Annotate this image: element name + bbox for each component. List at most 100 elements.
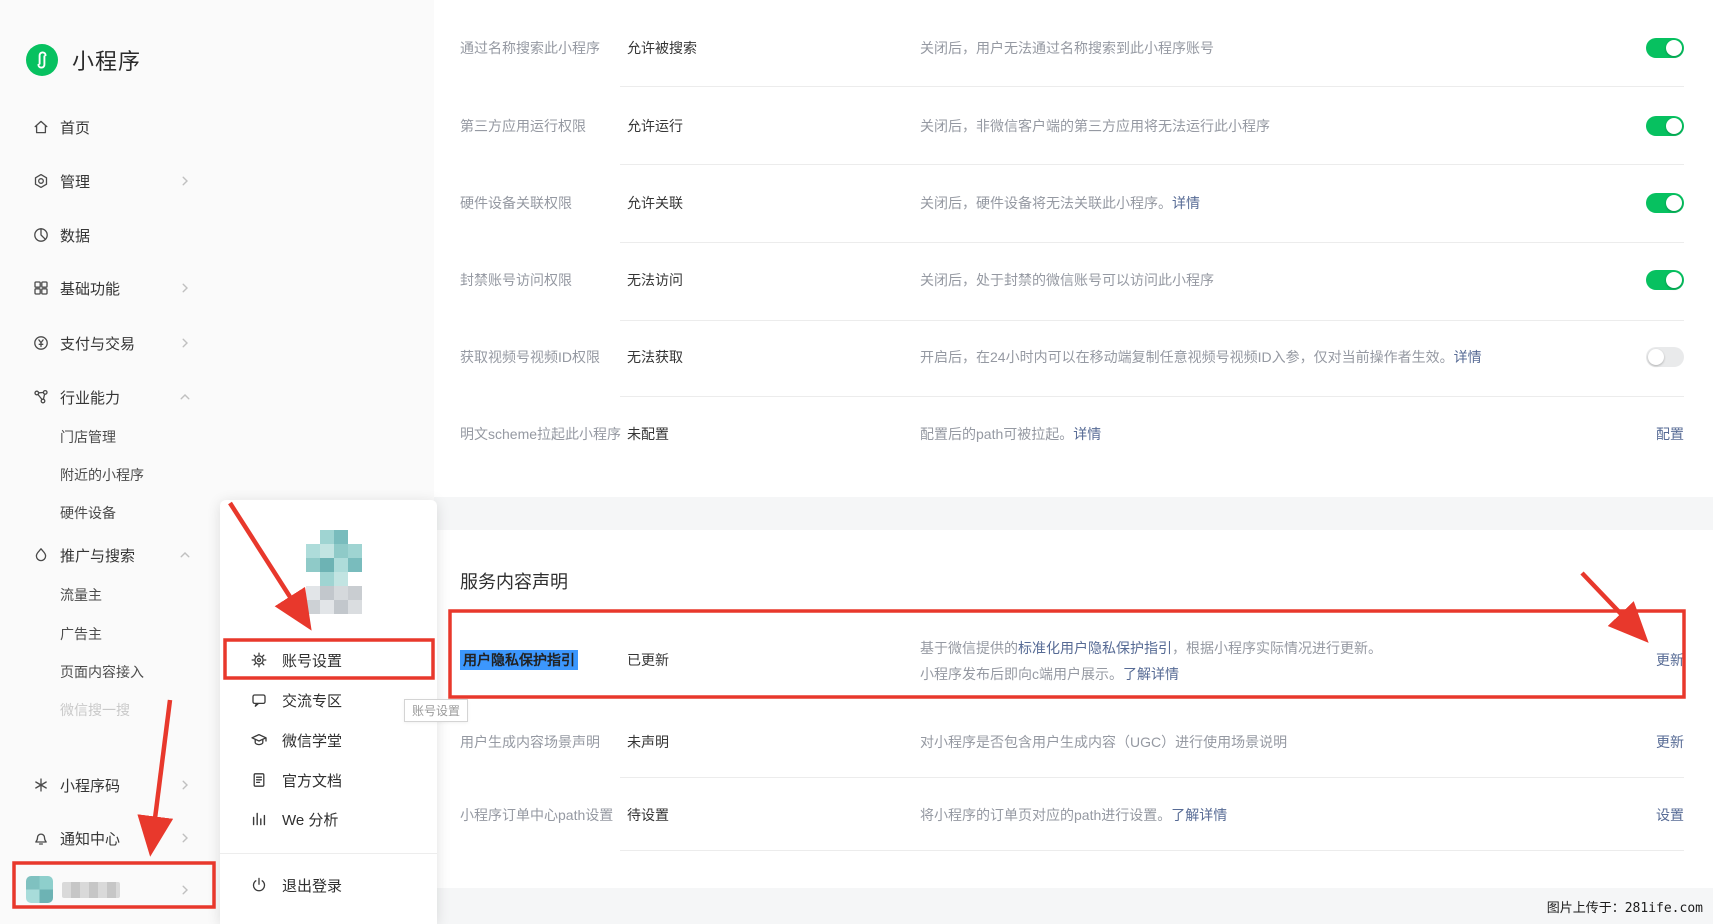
sidebar-item-nearby[interactable]: 附近的小程序: [0, 463, 220, 487]
toggle-knob: [1666, 118, 1682, 134]
graduation-cap-icon: [250, 731, 268, 749]
row-divider: [620, 396, 1684, 397]
menu-item-official-docs[interactable]: 官方文档: [220, 760, 437, 800]
manage-icon: [32, 172, 50, 190]
privacy-template-link[interactable]: 标准化用户隐私保护指引: [1018, 640, 1172, 656]
row-label: 硬件设备关联权限: [460, 193, 572, 213]
row-value: 允许运行: [627, 116, 683, 136]
update-ugc-button[interactable]: 更新: [1656, 732, 1684, 752]
nodes-icon: [32, 388, 50, 406]
sidebar-item-miniprogram-code[interactable]: 小程序码: [0, 773, 220, 797]
menu-item-wechat-school[interactable]: 微信学堂: [220, 720, 437, 760]
sidebar-item-traffic[interactable]: 流量主: [0, 583, 220, 607]
setting-row-ugc: 用户生成内容场景声明 未声明 对小程序是否包含用户生成内容（UGC）进行使用场景…: [434, 732, 1713, 752]
menu-divider: [220, 853, 437, 854]
row-value: 无法访问: [627, 270, 683, 290]
sidebar-item-payment[interactable]: 支付与交易: [0, 331, 220, 355]
sidebar-item-manage[interactable]: 管理: [0, 169, 220, 193]
details-link[interactable]: 详情: [1172, 195, 1200, 211]
app-title: 小程序: [72, 44, 141, 76]
row-desc: 将小程序的订单页对应的path进行设置。了解详情: [920, 805, 1227, 825]
row-desc: 开启后，在24小时内可以在移动端复制任意视频号视频ID入参，仅对当前操作者生效。…: [920, 347, 1482, 367]
chevron-up-icon: [176, 546, 194, 564]
row-desc: 关闭后，处于封禁的微信账号可以访问此小程序: [920, 270, 1214, 290]
configure-button[interactable]: 配置: [1656, 424, 1684, 444]
sidebar-item-basic-features[interactable]: 基础功能: [0, 276, 220, 300]
user-avatar: [26, 876, 53, 903]
row-divider: [620, 320, 1684, 321]
row-value: 已更新: [627, 650, 669, 670]
update-privacy-button[interactable]: 更新: [1656, 650, 1684, 670]
sidebar-item-hardware[interactable]: 硬件设备: [0, 501, 220, 525]
sidebar-item-store-manage[interactable]: 门店管理: [0, 425, 220, 449]
toggle-knob: [1666, 40, 1682, 56]
toggle-video-id[interactable]: [1646, 347, 1684, 367]
row-value: 无法获取: [627, 347, 683, 367]
pay-yuan-icon: [32, 334, 50, 352]
section-title: 服务内容声明: [460, 568, 568, 594]
row-divider: [620, 164, 1684, 165]
menu-item-account-settings[interactable]: 账号设置: [220, 640, 437, 680]
chevron-right-icon: [176, 776, 194, 794]
details-link[interactable]: 详情: [1073, 426, 1101, 442]
bell-icon: [32, 829, 50, 847]
sidebar-item-page-content[interactable]: 页面内容接入: [0, 660, 220, 684]
row-desc: 关闭后，非微信客户端的第三方应用将无法运行此小程序: [920, 116, 1270, 136]
sidebar-item-wechat-search[interactable]: 微信搜一搜: [0, 698, 220, 722]
row-desc-line1: 基于微信提供的标准化用户隐私保护指引，根据小程序实际情况进行更新。: [920, 638, 1382, 658]
learn-more-link[interactable]: 了解详情: [1123, 666, 1179, 682]
set-path-button[interactable]: 设置: [1656, 805, 1684, 825]
sidebar-item-data[interactable]: 数据: [0, 223, 220, 247]
menu-item-we-analytics[interactable]: We 分析: [220, 799, 437, 839]
row-value: 允许关联: [627, 193, 683, 213]
row-divider: [620, 242, 1684, 243]
sidebar-item-home[interactable]: 首页: [0, 115, 220, 139]
learn-more-link[interactable]: 了解详情: [1171, 807, 1227, 823]
toggle-knob: [1666, 272, 1682, 288]
chevron-right-icon: [176, 172, 194, 190]
row-divider: [620, 850, 1684, 851]
setting-row-third-party: 第三方应用运行权限 允许运行 关闭后，非微信客户端的第三方应用将无法运行此小程序: [434, 116, 1713, 136]
toggle-banned-access[interactable]: [1646, 270, 1684, 290]
power-icon: [250, 876, 268, 894]
sidebar-item-promotion[interactable]: 推广与搜索: [0, 543, 220, 567]
row-label: 第三方应用运行权限: [460, 116, 586, 136]
details-link[interactable]: 详情: [1454, 349, 1482, 365]
toggle-knob: [1666, 195, 1682, 211]
row-desc: 配置后的path可被拉起。详情: [920, 424, 1101, 444]
chevron-right-icon: [176, 829, 194, 847]
bar-chart-icon: [250, 810, 268, 828]
flame-icon: [32, 546, 50, 564]
sidebar-item-industry[interactable]: 行业能力: [0, 385, 220, 409]
row-label-selected[interactable]: 用户隐私保护指引: [460, 650, 578, 670]
account-settings-tooltip: 账号设置: [404, 699, 468, 722]
sidebar-item-advertiser[interactable]: 广告主: [0, 622, 220, 646]
sidebar-item-notification-center[interactable]: 通知中心: [0, 826, 220, 850]
toggle-search-by-name[interactable]: [1646, 38, 1684, 58]
wechat-miniprogram-console: { "app": { "logo_text": "小程序" }, "sideba…: [0, 0, 1713, 924]
document-icon: [250, 771, 268, 789]
row-label: 用户生成内容场景声明: [460, 732, 600, 752]
row-desc-line2: 小程序发布后即向c端用户展示。了解详情: [920, 664, 1179, 684]
row-label: 封禁账号访问权限: [460, 270, 572, 290]
row-desc: 关闭后，硬件设备将无法关联此小程序。详情: [920, 193, 1200, 213]
setting-row-video-id: 获取视频号视频ID权限 无法获取 开启后，在24小时内可以在移动端复制任意视频号…: [434, 347, 1713, 367]
setting-row-search-by-name: 通过名称搜索此小程序 允许被搜索 关闭后，用户无法通过名称搜索到此小程序账号: [434, 38, 1713, 58]
data-pie-icon: [32, 226, 50, 244]
setting-row-banned-access: 封禁账号访问权限 无法访问 关闭后，处于封禁的微信账号可以访问此小程序: [434, 270, 1713, 290]
setting-row-privacy-guide: 用户隐私保护指引 已更新 基于微信提供的标准化用户隐私保护指引，根据小程序实际情…: [434, 650, 1713, 670]
app-logo[interactable]: 小程序: [26, 44, 141, 76]
row-desc: 关闭后，用户无法通过名称搜索到此小程序账号: [920, 38, 1214, 58]
home-icon: [32, 118, 50, 136]
row-label: 小程序订单中心path设置: [460, 805, 613, 825]
toggle-hardware-link[interactable]: [1646, 193, 1684, 213]
settings-content: 通过名称搜索此小程序 允许被搜索 关闭后，用户无法通过名称搜索到此小程序账号 第…: [434, 0, 1713, 924]
menu-item-logout[interactable]: 退出登录: [220, 865, 437, 905]
chevron-right-icon: [176, 881, 194, 899]
toggle-third-party[interactable]: [1646, 116, 1684, 136]
sidebar-user-account[interactable]: [0, 873, 220, 907]
setting-row-scheme: 明文scheme拉起此小程序 未配置 配置后的path可被拉起。详情 配置: [434, 424, 1713, 444]
chevron-right-icon: [176, 334, 194, 352]
asterisk-code-icon: [32, 776, 50, 794]
row-label: 明文scheme拉起此小程序: [460, 424, 621, 444]
